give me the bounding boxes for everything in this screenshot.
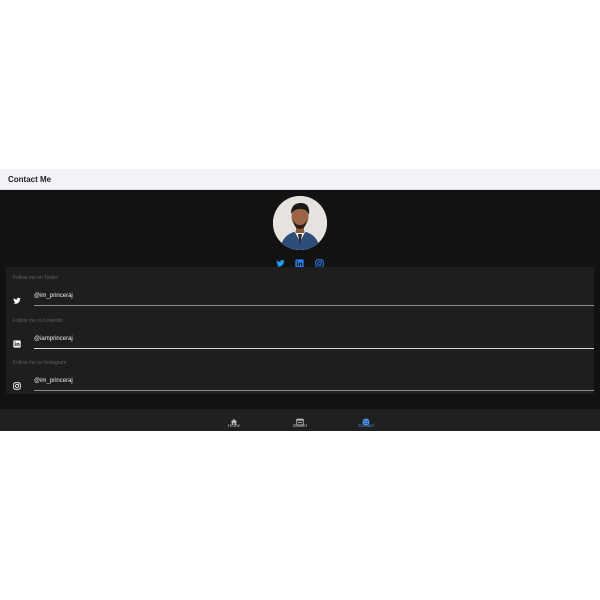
instagram-handle-field[interactable]: @im_princeraj: [34, 377, 73, 385]
linkedin-icon[interactable]: [295, 255, 304, 268]
nav-contact[interactable]: Contact: [346, 409, 386, 431]
contact-screen: Contact Me Follow me on Twitter @im_prin…: [0, 169, 600, 431]
app-header: Contact Me: [0, 169, 600, 190]
instagram-icon[interactable]: [315, 255, 324, 268]
contact-icon: [362, 413, 370, 426]
twitter-field-underline: [34, 305, 594, 306]
nav-basket[interactable]: Basket: [280, 409, 320, 431]
twitter-icon: [13, 292, 21, 304]
linkedin-field-caption: Follow me on LinkedIn: [13, 318, 64, 324]
avatar: [273, 196, 327, 250]
basket-icon: [296, 413, 304, 426]
twitter-handle-field[interactable]: @im_princeraj: [34, 292, 73, 300]
nav-home-label: Home: [227, 423, 240, 428]
nav-home[interactable]: Home: [214, 409, 254, 431]
avatar-photo: [273, 196, 327, 250]
twitter-icon[interactable]: [276, 255, 285, 267]
instagram-icon: [13, 377, 21, 390]
home-icon: [230, 413, 238, 425]
twitter-field-caption: Follow me on Twitter: [13, 275, 59, 281]
nav-basket-label: Basket: [293, 423, 307, 428]
bottom-navigation: Home Basket Contact: [0, 409, 600, 431]
contact-card: Follow me on Twitter @im_princeraj Follo…: [6, 267, 594, 394]
instagram-field-caption: Follow me on Instagram: [13, 360, 67, 366]
instagram-field-underline: [34, 390, 594, 391]
nav-contact-label: Contact: [358, 423, 374, 428]
linkedin-icon: [13, 335, 21, 348]
social-links: [273, 255, 327, 268]
linkedin-handle-field[interactable]: @iamprinceraj: [34, 335, 73, 343]
page-title: Contact Me: [8, 175, 52, 184]
linkedin-field-underline: [34, 348, 594, 349]
